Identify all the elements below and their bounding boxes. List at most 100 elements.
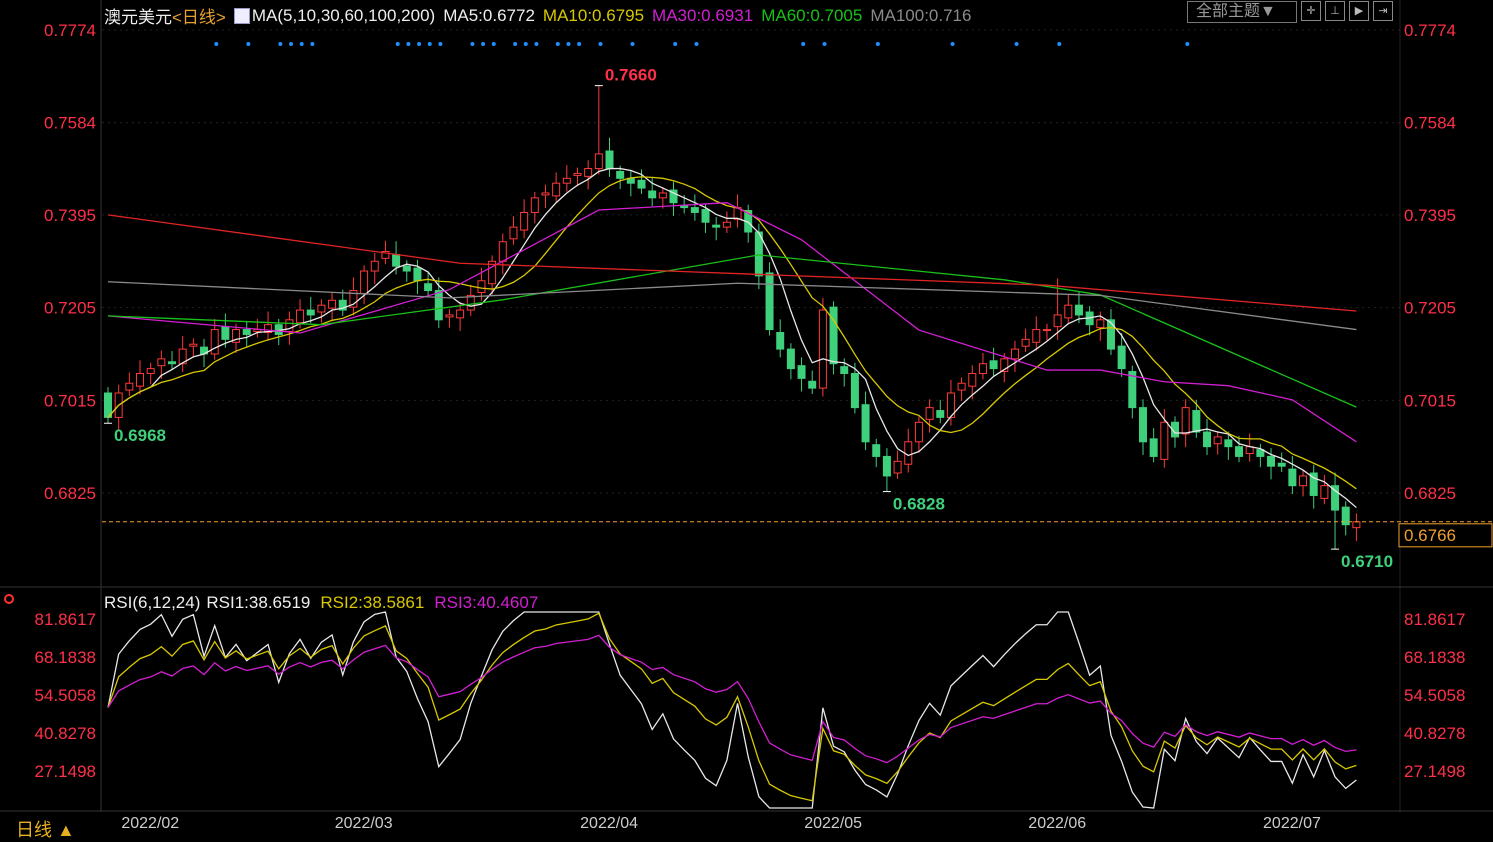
ma5-value: MA5:0.6772: [443, 6, 535, 26]
y-tick-left: 0.7205: [44, 299, 96, 318]
signal-dot: [630, 42, 634, 46]
y-tick-left: 0.7584: [44, 114, 96, 133]
candle-up: [318, 305, 325, 312]
signal-dot: [310, 42, 314, 46]
high-label: 0.7660: [605, 66, 657, 85]
period-label[interactable]: <日线>: [172, 3, 226, 28]
last-price-label: 0.6766: [1404, 526, 1456, 545]
signal-dot: [428, 42, 432, 46]
candle-down: [222, 327, 229, 340]
signal-dot: [214, 42, 218, 46]
candle-up: [329, 300, 336, 308]
candle-down: [702, 210, 709, 223]
candle-down: [403, 266, 410, 271]
candle-up: [478, 281, 485, 293]
ma30-value: MA30:0.6931: [652, 6, 753, 26]
signal-dot: [876, 42, 880, 46]
candle-up: [1353, 522, 1360, 528]
y-tick-right: 0.7774: [1404, 21, 1456, 40]
candle-down: [606, 151, 613, 169]
ma200-line: [108, 215, 1356, 311]
candle-down: [243, 330, 250, 335]
rsi-y-tick-right: 40.8278: [1404, 724, 1465, 743]
candle-up: [147, 369, 154, 374]
candle-down: [1118, 346, 1125, 368]
candle-down: [649, 191, 656, 198]
y-tick-left: 0.7015: [44, 391, 96, 410]
candle-down: [1075, 305, 1082, 315]
ma60-value: MA60:0.7005: [761, 6, 862, 26]
theme-dropdown[interactable]: 全部主题▼: [1187, 1, 1297, 23]
signal-dot: [246, 42, 250, 46]
candle-down: [1289, 469, 1296, 486]
rsi-y-tick-right: 81.8617: [1404, 610, 1465, 629]
x-tick-label: 2022/07: [1263, 815, 1321, 833]
candle-up: [158, 359, 165, 366]
signal-dot: [1015, 42, 1019, 46]
crosshair-button[interactable]: ✛: [1301, 1, 1321, 21]
rsi-params[interactable]: RSI(6,12,24): [104, 593, 200, 613]
candle-up: [958, 383, 965, 390]
candle-up: [1065, 305, 1072, 318]
candle-up: [1300, 476, 1307, 486]
ma-chart-icon[interactable]: [234, 8, 250, 24]
candle-down: [1150, 439, 1157, 457]
candle-down: [713, 225, 720, 227]
candle-down: [830, 307, 837, 364]
y-tick-left: 0.7774: [44, 21, 96, 40]
y-tick-right: 0.7205: [1404, 299, 1456, 318]
rsi-y-tick-left: 81.8617: [35, 610, 96, 629]
signal-dot: [289, 42, 293, 46]
signal-dot: [695, 42, 699, 46]
candle-up: [723, 222, 730, 227]
x-tick-label: 2022/05: [804, 815, 862, 833]
candle-down: [777, 332, 784, 349]
candle-down: [691, 208, 698, 213]
candle-up: [969, 373, 976, 386]
ma-params[interactable]: MA(5,10,30,60,100,200): [252, 6, 435, 26]
rsi1-line: [108, 612, 1356, 808]
signal-dot: [1057, 42, 1061, 46]
exit-button[interactable]: ⇥: [1373, 1, 1393, 21]
ma10-value: MA10:0.6795: [543, 6, 644, 26]
rsi1-value: RSI1:38.6519: [206, 593, 310, 613]
candle-up: [979, 364, 986, 374]
candle-up: [1097, 320, 1104, 328]
ma30-line: [108, 203, 1356, 442]
symbol-name: 澳元美元: [104, 3, 172, 28]
candle-down: [1225, 440, 1232, 447]
candle-down: [798, 366, 805, 379]
signal-dot: [470, 42, 474, 46]
rsi-y-tick-left: 40.8278: [35, 724, 96, 743]
candle-up: [1022, 339, 1029, 346]
signal-dot: [300, 42, 304, 46]
rsi-y-tick-right: 27.1498: [1404, 762, 1465, 781]
candle-up: [1321, 486, 1328, 499]
y-tick-right: 0.7395: [1404, 206, 1456, 225]
chart-canvas: 0.77740.77740.75840.75840.73950.73950.72…: [0, 0, 1493, 839]
rsi3-value: RSI3:40.4607: [434, 593, 538, 613]
candle-up: [286, 320, 293, 332]
candle-up: [190, 344, 197, 346]
ma60-line: [108, 255, 1356, 407]
candle-down: [841, 367, 848, 374]
y-tick-right: 0.6825: [1404, 484, 1456, 503]
period-tab[interactable]: 日线 ▲: [16, 816, 75, 842]
play-button[interactable]: ▶: [1349, 1, 1369, 21]
x-tick-label: 2022/03: [335, 815, 393, 833]
ma100-line: [108, 282, 1356, 330]
y-tick-left: 0.7395: [44, 206, 96, 225]
candle-up: [542, 193, 549, 195]
candle-down: [937, 411, 944, 418]
signal-dot: [417, 42, 421, 46]
ma100-value: MA100:0.716: [870, 6, 971, 26]
candle-up: [905, 442, 912, 464]
signal-dot: [598, 42, 602, 46]
y-tick-right: 0.7015: [1404, 391, 1456, 410]
candle-down: [393, 254, 400, 266]
candle-down: [435, 291, 442, 320]
zoom-range-button[interactable]: ⊥: [1325, 1, 1345, 21]
candle-up: [531, 198, 538, 213]
candle-down: [617, 171, 624, 178]
candle-up: [926, 408, 933, 420]
